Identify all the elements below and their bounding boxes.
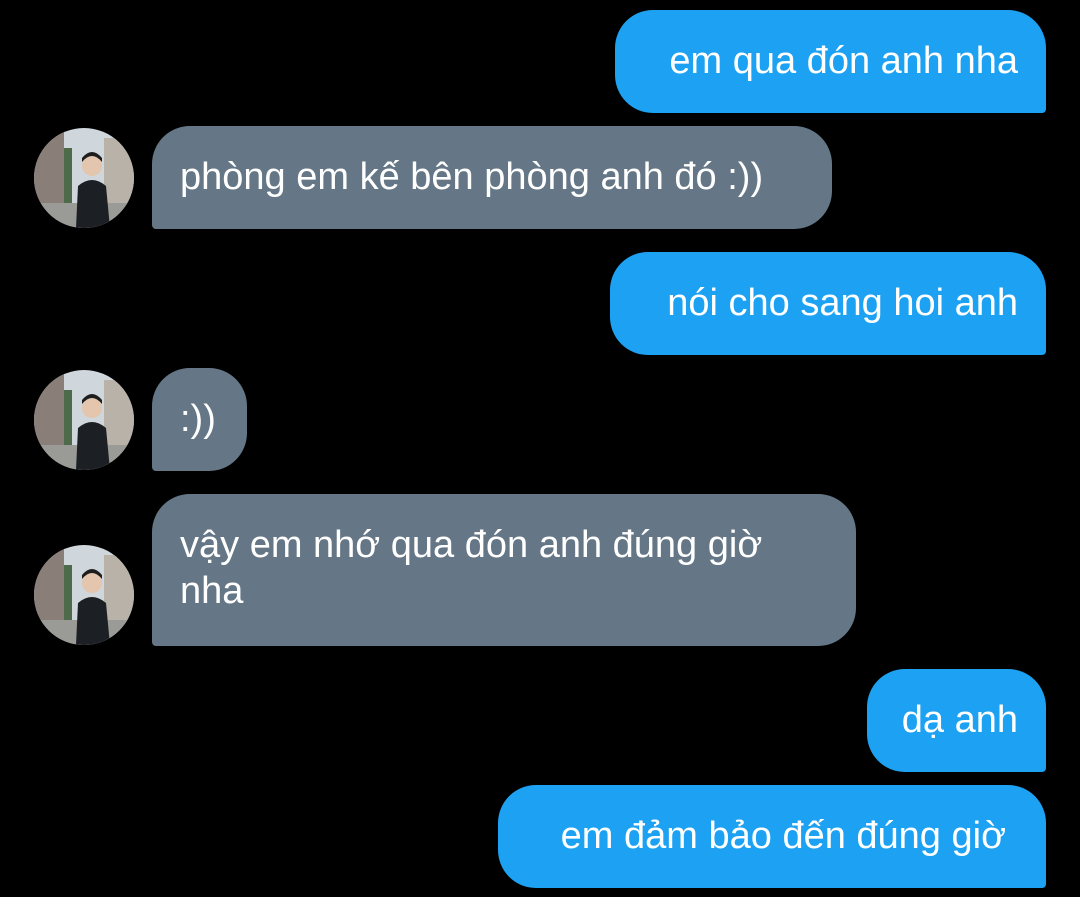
message-received[interactable]: phòng em kế bên phòng anh đó :)) xyxy=(152,126,832,229)
message-text: nói cho sang hoi anh xyxy=(667,282,1018,324)
avatar-photo-icon xyxy=(34,545,134,645)
message-text: phòng em kế bên phòng anh đó :)) xyxy=(180,156,764,198)
message-received[interactable]: vậy em nhớ qua đón anh đúng giờ nha xyxy=(152,494,856,646)
contact-avatar[interactable] xyxy=(34,370,134,470)
message-text: :)) xyxy=(180,398,216,440)
message-sent[interactable]: nói cho sang hoi anh xyxy=(610,252,1046,355)
contact-avatar[interactable] xyxy=(34,128,134,228)
avatar-photo-icon xyxy=(34,128,134,228)
avatar-photo-icon xyxy=(34,370,134,470)
contact-avatar[interactable] xyxy=(34,545,134,645)
message-received[interactable]: :)) xyxy=(152,368,247,471)
message-sent[interactable]: dạ anh xyxy=(867,669,1046,772)
message-text: em đảm bảo đến đúng giờ xyxy=(560,815,1006,857)
message-sent[interactable]: em đảm bảo đến đúng giờ xyxy=(498,785,1046,888)
message-sent[interactable]: em qua đón anh nha xyxy=(615,10,1046,113)
message-text: vậy em nhớ qua đón anh đúng giờ nha xyxy=(180,524,763,612)
message-text: em qua đón anh nha xyxy=(669,40,1018,82)
message-text: dạ anh xyxy=(901,699,1018,741)
